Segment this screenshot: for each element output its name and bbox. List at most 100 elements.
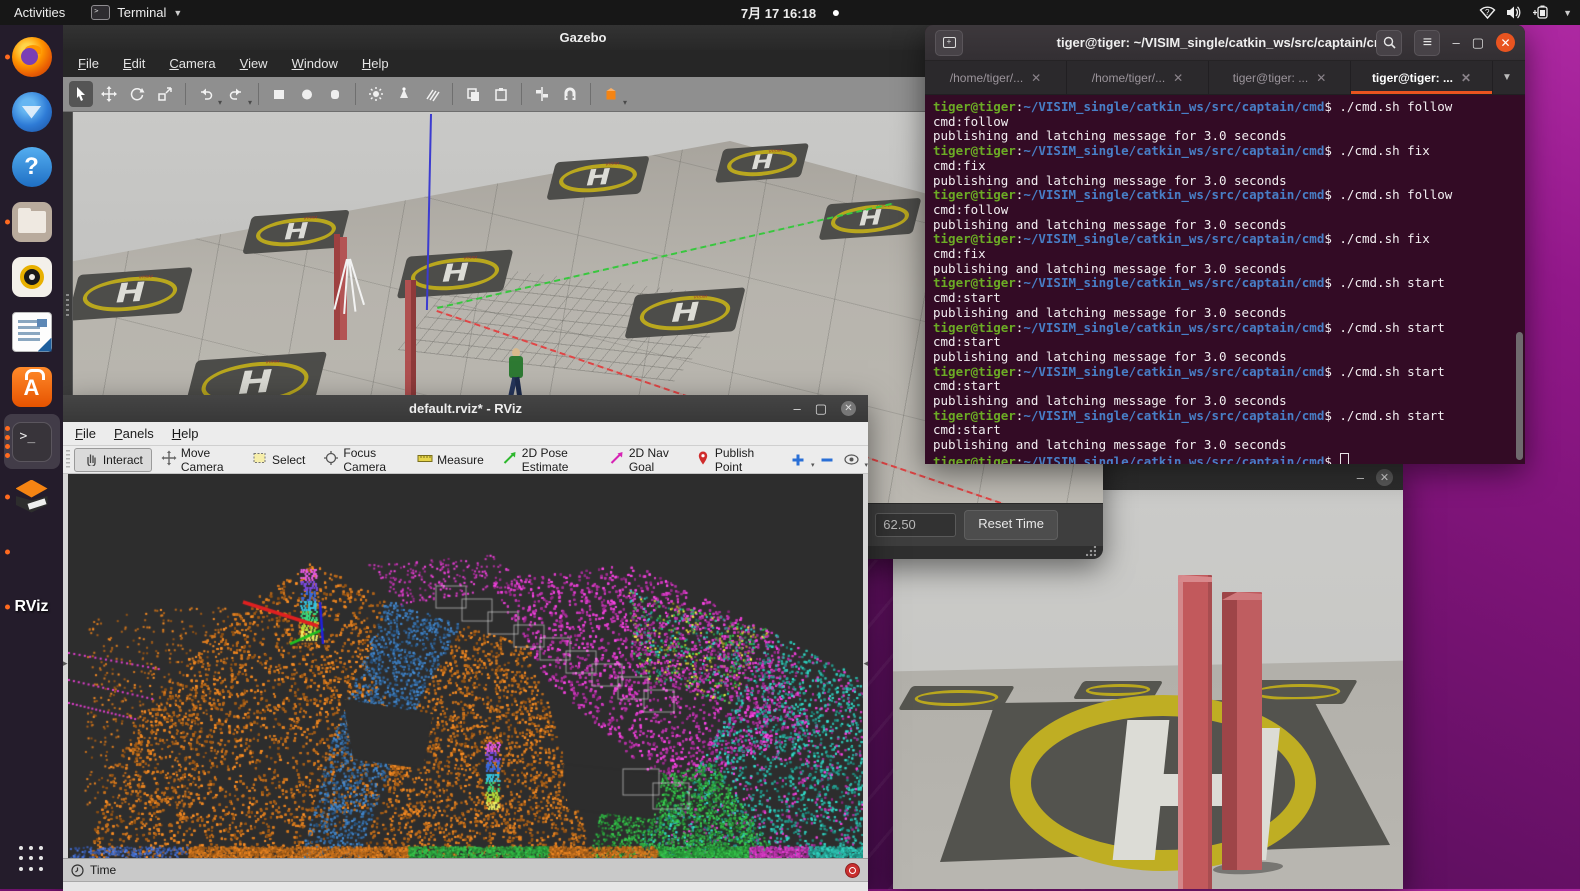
terminal-tab-3[interactable]: tiger@tiger: ...✕ [1209, 61, 1351, 94]
reset-time-button[interactable]: Reset Time [964, 510, 1058, 540]
dock-item-rviz[interactable]: RViz [4, 579, 60, 634]
clock[interactable]: 7月 17 16:18 [741, 3, 839, 22]
tool-publish-point[interactable]: Publish Point [686, 448, 773, 472]
sphere-tool-button[interactable] [295, 81, 319, 107]
minimize-button[interactable]: – [1357, 471, 1364, 484]
toolbar-drag-handle[interactable] [66, 450, 70, 470]
rviz-titlebar[interactable]: default.rviz* - RViz – ▢ ✕ [63, 395, 868, 422]
chevron-down-icon: ▼ [173, 8, 182, 18]
time-panel-close-button[interactable] [845, 863, 860, 878]
tool-2d-pose-estimate[interactable]: 2D Pose Estimate [493, 448, 600, 472]
tool-measure[interactable]: Measure [408, 448, 493, 472]
show-applications-button[interactable] [12, 839, 52, 879]
cylinder-tool-button[interactable] [323, 81, 347, 107]
dock-item-help[interactable]: ? [4, 139, 60, 194]
terminal-tab-2[interactable]: /home/tiger/...✕ [1067, 61, 1209, 94]
spot-tool-button[interactable] [392, 81, 416, 107]
dir-tool-button[interactable] [420, 81, 444, 107]
new-tab-button[interactable]: + [935, 30, 963, 56]
time-panel-header: Time [63, 858, 868, 882]
resize-grip-icon[interactable] [1086, 546, 1096, 556]
tool-move-camera[interactable]: Move Camera [152, 448, 243, 472]
rviz-menu-panels[interactable]: Panels [114, 426, 154, 441]
maximize-button[interactable]: ▢ [815, 402, 827, 415]
dock-item-terminal[interactable]: >_ [4, 414, 60, 469]
tab-list-caret[interactable]: ▼ [1493, 61, 1521, 94]
dropdown-caret-icon[interactable]: ▾ [248, 98, 252, 111]
close-button[interactable]: ✕ [841, 401, 856, 416]
fps-value-field[interactable]: 62.50 [875, 513, 956, 537]
remove-tool-button[interactable] [816, 449, 838, 471]
gazebo-menu-camera[interactable]: Camera [169, 56, 215, 71]
gazebo-menu-edit[interactable]: Edit [123, 56, 145, 71]
dropdown-caret-icon[interactable]: ▾ [623, 98, 627, 111]
minimize-button[interactable]: – [1452, 36, 1459, 49]
dock-item-thunderbird[interactable] [4, 84, 60, 139]
rviz-menu-help[interactable]: Help [172, 426, 199, 441]
panel-collapse-arrow-icon[interactable]: ◂ [863, 658, 868, 669]
ubuntu-software-icon: A [12, 367, 52, 407]
dropdown-caret-icon[interactable]: ▾ [811, 461, 815, 471]
paste-tool-button[interactable] [489, 81, 513, 107]
tab-close-icon[interactable]: ✕ [1173, 71, 1183, 85]
tab-label: /home/tiger/... [950, 71, 1023, 85]
copy-tool-button[interactable] [461, 81, 485, 107]
gazebo-menu-window[interactable]: Window [292, 56, 338, 71]
gazebo-menu-view[interactable]: View [240, 56, 268, 71]
tool-focus-camera[interactable]: Focus Camera [314, 448, 408, 472]
model-tool-button[interactable] [599, 81, 623, 107]
sun-tool-button[interactable] [364, 81, 388, 107]
cursor-tool-button[interactable] [69, 81, 93, 107]
dock-item-gazebo[interactable] [4, 469, 60, 524]
gazebo-menu-file[interactable]: File [78, 56, 99, 71]
dock-item-libreoffice-writer[interactable] [4, 304, 60, 359]
scrollbar-thumb[interactable] [1516, 332, 1523, 460]
maximize-button[interactable]: ▢ [1472, 36, 1484, 49]
toolbar-separator [355, 83, 356, 105]
search-button[interactable] [1376, 30, 1402, 56]
scrollbar[interactable] [1515, 95, 1523, 464]
tool-interact[interactable]: Interact [74, 448, 152, 472]
select-box-icon [252, 450, 268, 469]
system-indicators[interactable]: ? ▼ [1479, 5, 1572, 20]
tool-select[interactable]: Select [243, 448, 314, 472]
terminal-tab-4[interactable]: tiger@tiger: ...✕ [1351, 61, 1493, 94]
rviz-viewport[interactable]: ▸ ◂ [63, 474, 868, 858]
terminal-titlebar[interactable]: + tiger@tiger: ~/VISIM_single/catkin_ws/… [925, 25, 1525, 61]
box-tool-button[interactable] [267, 81, 291, 107]
tab-close-icon[interactable]: ✕ [1031, 71, 1041, 85]
terminal-tab-1[interactable]: /home/tiger/... ✕ [925, 61, 1067, 94]
dock-item-firefox[interactable] [4, 29, 60, 84]
minimize-button[interactable]: – [793, 402, 800, 415]
panel-collapse-arrow-icon[interactable]: ▸ [63, 658, 68, 669]
terminal-prompt-line: tiger@tiger:~/VISIM_single/catkin_ws/src… [933, 365, 1525, 380]
dropdown-caret-icon[interactable]: ▾ [864, 461, 868, 471]
gazebo-menu-help[interactable]: Help [362, 56, 389, 71]
activities-button[interactable]: Activities [14, 5, 65, 20]
tab-close-icon[interactable]: ✕ [1461, 71, 1471, 85]
dock-item-ubuntu-software[interactable]: A [4, 359, 60, 414]
menu-button[interactable]: ≡ [1414, 30, 1440, 56]
scale-tool-button[interactable] [153, 81, 177, 107]
terminal-output[interactable]: tiger@tiger:~/VISIM_single/catkin_ws/src… [925, 95, 1525, 464]
align-tool-button[interactable] [530, 81, 554, 107]
rviz-menu-file[interactable]: File [75, 426, 96, 441]
app-menu-label: Terminal [117, 5, 166, 20]
undo-tool-button[interactable] [194, 81, 218, 107]
tool-2d-nav-goal[interactable]: 2D Nav Goal [600, 448, 686, 472]
dock-item-files[interactable] [4, 194, 60, 249]
app-menu[interactable]: > Terminal ▼ [91, 5, 182, 20]
rotate-tool-button[interactable] [125, 81, 149, 107]
add-tool-button[interactable] [787, 449, 809, 471]
dock-item-hidden-app[interactable] [4, 524, 60, 579]
dock-item-rhythmbox[interactable] [4, 249, 60, 304]
dropdown-caret-icon[interactable]: ▾ [218, 98, 222, 111]
close-button[interactable]: ✕ [1376, 469, 1393, 486]
tool-properties-button[interactable] [840, 449, 862, 471]
redo-tool-button[interactable] [224, 81, 248, 107]
close-button[interactable]: ✕ [1496, 33, 1515, 52]
move-tool-button[interactable] [97, 81, 121, 107]
magnet-tool-button[interactable] [558, 81, 582, 107]
pointcloud-canvas[interactable] [68, 474, 863, 858]
tab-close-icon[interactable]: ✕ [1316, 71, 1326, 85]
